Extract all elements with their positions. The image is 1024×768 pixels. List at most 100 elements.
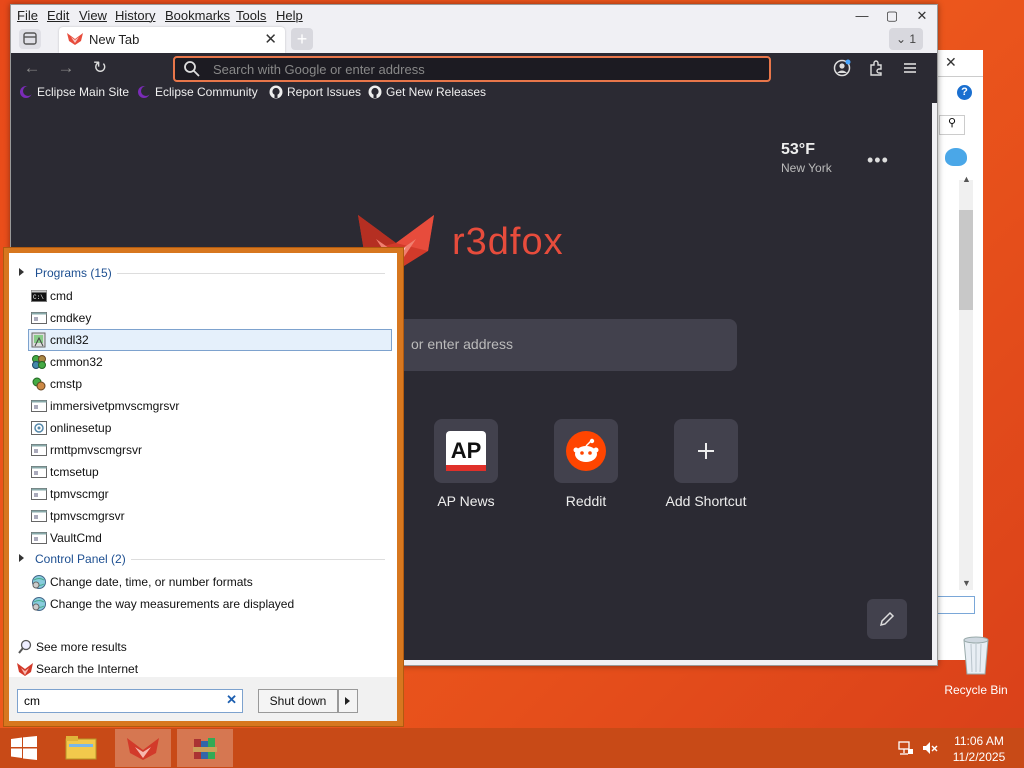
shortcut-add[interactable]: Add Shortcut: [656, 419, 756, 509]
customize-button[interactable]: [867, 599, 907, 639]
svg-text:AP: AP: [451, 438, 482, 463]
system-clock[interactable]: 11:06 AM 11/2/2025: [944, 733, 1014, 765]
tab-list-button[interactable]: ⌄ 1: [889, 28, 923, 50]
page-search-box[interactable]: or enter address: [391, 319, 737, 371]
recycle-bin[interactable]: Recycle Bin: [940, 632, 1012, 697]
back-arrow-icon[interactable]: ←: [21, 57, 43, 79]
menu-view[interactable]: View: [79, 8, 107, 23]
programs-group-header[interactable]: Programs (15): [15, 265, 391, 283]
windows-logo-icon: [11, 736, 37, 760]
menu-edit[interactable]: Edit: [47, 8, 69, 23]
result-tpmvscmgr[interactable]: tpmvscmgr: [29, 484, 391, 504]
result-change-measurements[interactable]: Change the way measurements are displaye…: [29, 594, 391, 614]
result-immersivetpmvscmgrsvr[interactable]: immersivetpmvscmgrsvr: [29, 396, 391, 416]
search-icon[interactable]: ⚲: [939, 115, 965, 135]
tab-close-icon[interactable]: ✕: [264, 30, 277, 48]
menu-file[interactable]: File: [17, 8, 38, 23]
start-search-box[interactable]: ✕: [17, 689, 243, 713]
result-cmdkey[interactable]: cmdkey: [29, 308, 391, 328]
address-input[interactable]: [211, 59, 755, 79]
start-search-input[interactable]: [22, 692, 222, 710]
result-cmmon32[interactable]: cmmon32: [29, 352, 391, 372]
setup-icon: [31, 421, 47, 435]
menu-help[interactable]: Help: [276, 8, 303, 23]
reload-icon[interactable]: ↻: [89, 57, 111, 79]
console-app-icon: [31, 444, 47, 456]
menu-tools[interactable]: Tools: [236, 8, 266, 23]
bookmark-label: Report Issues: [287, 85, 362, 99]
background-window-close-icon[interactable]: ✕: [945, 54, 957, 71]
minimize-icon[interactable]: —: [847, 5, 877, 27]
taskbar-file-explorer[interactable]: [53, 729, 109, 767]
network-icon[interactable]: [898, 740, 914, 756]
control-panel-group-header[interactable]: Control Panel (2): [15, 551, 391, 569]
result-change-date-time-formats[interactable]: Change date, time, or number formats: [29, 572, 391, 592]
bookmark-eclipse-main-site[interactable]: Eclipse Main Site: [19, 85, 129, 101]
view-toggle[interactable]: [937, 596, 975, 614]
result-label: cmd: [50, 289, 73, 303]
search-results-panel: Programs (15) C:\ cmd cmdkey cmdl32 cmmo…: [9, 253, 397, 677]
shut-down-button[interactable]: Shut down: [258, 689, 338, 713]
address-bar[interactable]: [173, 56, 771, 82]
taskbar-winrar[interactable]: [177, 729, 233, 767]
result-tcmsetup[interactable]: tcmsetup: [29, 462, 391, 482]
bookmark-report-issues[interactable]: Report Issues: [269, 85, 361, 101]
more-options-icon[interactable]: •••: [867, 150, 889, 171]
result-label: tpmvscmgr: [50, 487, 109, 501]
result-cmdl32[interactable]: cmdl32: [28, 329, 392, 351]
weather-temperature: 53°F: [781, 141, 815, 158]
result-rmttpmvscmgrsvr[interactable]: rmttpmvscmgrsvr: [29, 440, 391, 460]
account-icon[interactable]: [833, 59, 851, 77]
result-label: VaultCmd: [50, 531, 102, 545]
archive-books-icon: [193, 738, 217, 759]
shut-down-options-button[interactable]: [338, 689, 358, 713]
result-tpmvscmgrsvr[interactable]: tpmvscmgrsvr: [29, 506, 391, 526]
bookmark-get-new-releases[interactable]: Get New Releases: [368, 85, 486, 101]
maximize-icon[interactable]: ▢: [877, 5, 907, 27]
forward-arrow-icon[interactable]: →: [55, 57, 77, 79]
eclipse-icon: [138, 86, 151, 98]
help-icon[interactable]: ?: [957, 85, 972, 100]
volume-muted-icon[interactable]: [922, 740, 938, 756]
result-onlinesetup[interactable]: onlinesetup: [29, 418, 391, 438]
result-vaultcmd[interactable]: VaultCmd: [29, 528, 391, 548]
result-label: onlinesetup: [50, 421, 112, 435]
extensions-icon[interactable]: [867, 59, 885, 77]
sidebar-toggle-icon[interactable]: [19, 29, 41, 49]
reddit-icon: [554, 419, 618, 483]
result-cmstp[interactable]: cmstp: [29, 374, 391, 394]
clock-time: 11:06 AM: [954, 734, 1004, 748]
tab-count: 1: [909, 32, 917, 46]
result-cmd[interactable]: C:\ cmd: [29, 286, 391, 306]
result-label: rmttpmvscmgrsvr: [50, 443, 142, 457]
r3dfox-logo-icon: [17, 663, 33, 676]
see-more-results-link[interactable]: See more results: [15, 637, 385, 657]
search-internet-link[interactable]: Search the Internet: [15, 659, 385, 679]
recycle-bin-label: Recycle Bin: [944, 683, 1008, 697]
start-button[interactable]: [0, 728, 48, 768]
expand-triangle-icon: [19, 268, 24, 276]
github-icon: [368, 85, 382, 99]
menu-bar: File Edit View History Bookmarks Tools H…: [11, 5, 937, 27]
close-icon[interactable]: ✕: [907, 5, 937, 27]
menu-history[interactable]: History: [115, 8, 155, 23]
scroll-down-icon[interactable]: ▼: [962, 578, 971, 588]
shortcut-reddit[interactable]: Reddit: [536, 419, 636, 509]
page-search-placeholder: or enter address: [411, 336, 513, 352]
scrollbar-thumb[interactable]: [959, 210, 973, 310]
clear-search-icon[interactable]: ✕: [226, 692, 237, 708]
tab-new-tab[interactable]: New Tab ✕: [59, 27, 285, 53]
menu-bookmarks[interactable]: Bookmarks: [165, 8, 230, 23]
scroll-up-icon[interactable]: ▲: [962, 174, 971, 184]
taskbar-r3dfox[interactable]: [115, 729, 171, 767]
ap-news-icon: AP: [434, 419, 498, 483]
shortcut-label: Add Shortcut: [665, 493, 747, 509]
hamburger-menu-icon[interactable]: [901, 59, 919, 77]
bookmark-eclipse-community[interactable]: Eclipse Community: [137, 85, 258, 101]
navigation-bar: ← → ↻: [11, 53, 937, 83]
connection-monitor-icon: [32, 355, 46, 369]
weather-widget[interactable]: 53°F New York: [781, 141, 832, 175]
new-tab-plus-icon[interactable]: +: [291, 28, 313, 50]
eclipse-icon: [20, 86, 33, 98]
shortcut-ap-news[interactable]: AP AP News: [416, 419, 516, 509]
